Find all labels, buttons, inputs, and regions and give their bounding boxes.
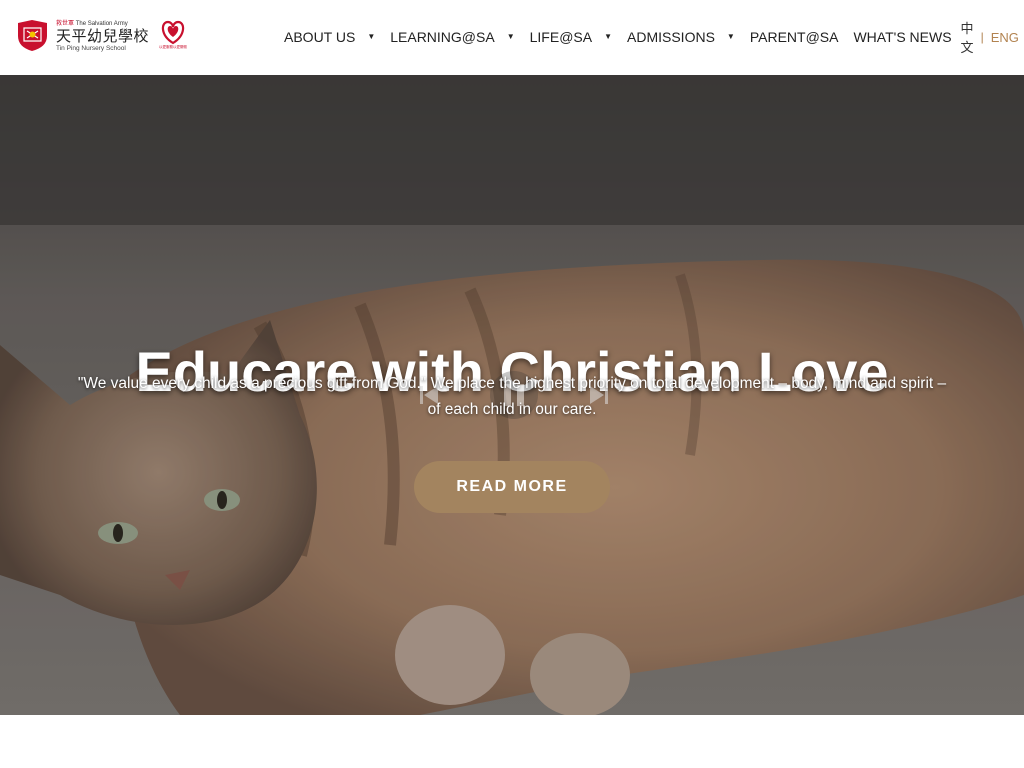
caret-down-icon: ▼ [604,32,612,41]
site-header: 救世軍 The Salvation Army 天平幼兒學校 Tin Ping N… [0,0,1024,75]
read-more-button[interactable]: READ MORE [414,461,610,513]
language-switcher: 中文 | ENG [961,18,1019,56]
caret-down-icon: ▼ [506,32,515,41]
heart-icon [161,20,185,45]
nav-whats-news[interactable]: WHAT'S NEWS [853,28,951,46]
nav-label: LIFE@SA [529,29,593,45]
main-nav: ABOUT US ▼ LEARNING@SA ▼ LIFE@SA ▼ ADMIS… [284,22,1024,56]
heart-badge: 以愛服務以愛關懷 [152,19,194,51]
hero-subtitle: "We value every child as a precious gift… [77,375,947,418]
nav-label: LEARNING@SA [390,29,495,45]
lang-zh-link[interactable]: 中文 [961,18,974,56]
lang-en-link[interactable]: ENG [991,30,1019,45]
hero-banner: Educare with Christian Love "We value ev… [0,75,1024,715]
nav-label: ABOUT US [284,29,356,45]
nav-about-us[interactable]: ABOUT US ▼ [284,28,375,46]
nav-parent[interactable]: PARENT@SA [750,28,839,46]
lang-separator: | [980,30,984,44]
nav-learning[interactable]: LEARNING@SA ▼ [390,28,514,46]
nav-label: ADMISSIONS [627,29,715,45]
caret-down-icon: ▼ [367,32,376,41]
school-name-en: Tin Ping Nursery School [56,45,126,52]
nav-life[interactable]: LIFE@SA ▼ [530,28,612,46]
nav-admissions[interactable]: ADMISSIONS ▼ [627,28,735,46]
caret-down-icon: ▼ [726,32,735,41]
badge-caption: 以愛服務以愛關懷 [159,45,188,49]
school-name-cn: 天平幼兒學校 [56,27,150,45]
salvation-army-shield-icon [15,19,50,52]
school-logo[interactable]: 救世軍 The Salvation Army 天平幼兒學校 Tin Ping N… [15,19,194,55]
nav-label: PARENT@SA [749,29,839,45]
nav-label: WHAT'S NEWS [853,29,952,45]
